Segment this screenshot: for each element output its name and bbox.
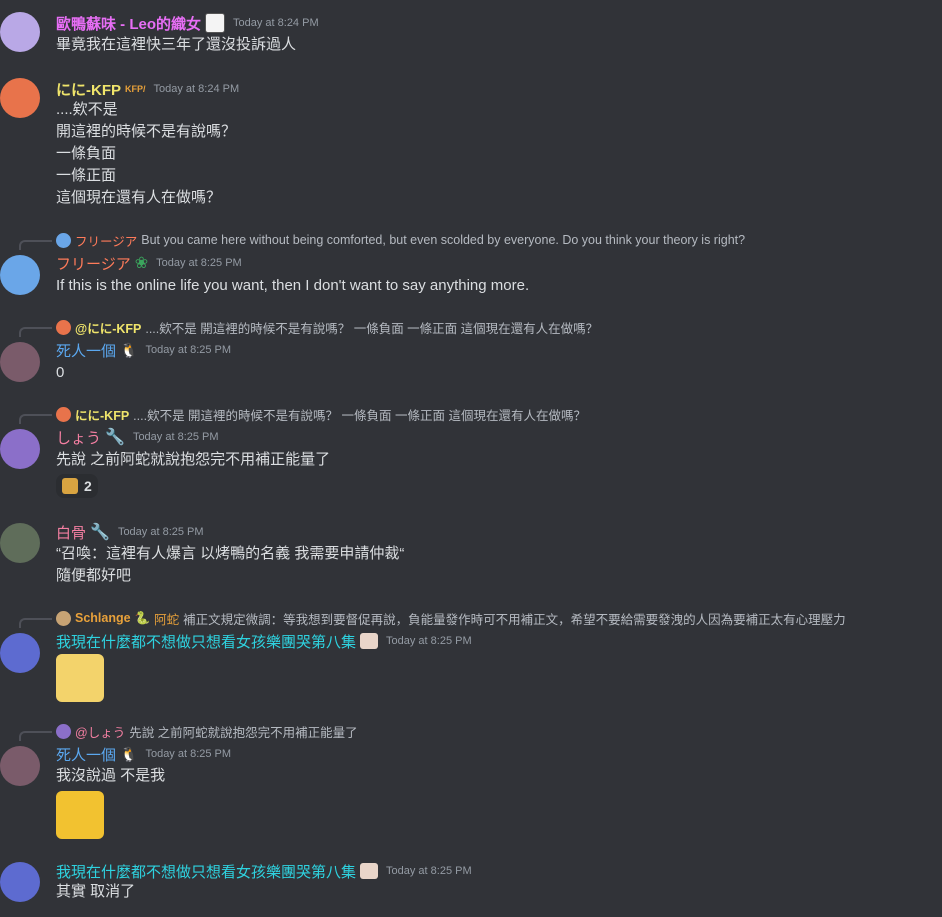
avatar[interactable]	[0, 633, 40, 673]
message-text: ....欸不是	[56, 101, 118, 118]
message-text: 一條正面	[56, 167, 117, 184]
avatar[interactable]	[0, 862, 40, 902]
wrench-badge-icon: 🔧	[105, 429, 125, 446]
author-name[interactable]: 歐鴨蘇味 - Leo的織女	[56, 13, 201, 34]
timestamp: Today at 8:25 PM	[386, 865, 472, 877]
penguin-badge-icon: 🐧	[120, 745, 138, 762]
leaf-badge-icon: ❀	[134, 255, 149, 272]
author-name[interactable]: 白骨	[56, 522, 86, 543]
reply-text: 先說 之前阿蛇就說抱怨完不用補正能量了	[129, 725, 358, 740]
message-text: 這個現在還有人在做嗎？	[56, 189, 222, 206]
reply-spine	[19, 327, 52, 337]
face-badge-icon	[360, 633, 379, 649]
reply-author[interactable]: @しょう	[75, 722, 125, 741]
reply-text: ....欸不是 開這裡的時候不是有說嗎？ 一條負面 一條正面 這個現在還有人在做…	[145, 321, 599, 336]
author-name[interactable]: 我現在什麼都不想做只想看女孩樂團哭第八集	[56, 861, 356, 882]
message-text: “召喚：這裡有人爆言 以烤鴨的名義 我需要申請仲裁“	[56, 545, 405, 562]
reply-spine	[19, 618, 52, 628]
reply-text: But you came here without being comforte…	[141, 233, 746, 247]
reply-author-alias: 阿蛇	[154, 612, 180, 627]
avatar[interactable]	[0, 523, 40, 563]
author-name[interactable]: 死人一個	[56, 340, 116, 361]
reaction-count: 2	[84, 478, 92, 494]
reply-preview[interactable]: @しょう 先說 之前阿蛇就說抱怨完不用補正能量了	[56, 722, 358, 740]
reply-author[interactable]: にに-KFP	[75, 405, 129, 424]
reply-preview[interactable]: フリージア But you came here without being co…	[56, 231, 745, 249]
message-text: 先說 之前阿蛇就說抱怨完不用補正能量了	[56, 451, 331, 468]
reply-preview[interactable]: にに-KFP ....欸不是 開這裡的時候不是有說嗎？ 一條負面 一條正面 這個…	[56, 405, 586, 423]
reply-author[interactable]: @にに-KFP	[75, 318, 141, 337]
avatar[interactable]	[0, 78, 40, 118]
reply-avatar	[56, 232, 71, 248]
timestamp: Today at 8:25 PM	[145, 344, 232, 356]
reply-avatar	[56, 723, 71, 739]
timestamp: Today at 8:25 PM	[132, 431, 219, 443]
timestamp: Today at 8:25 PM	[145, 748, 232, 760]
timestamp: Today at 8:25 PM	[156, 257, 242, 269]
avatar[interactable]	[0, 342, 40, 382]
author-name[interactable]: 死人一個	[56, 744, 116, 765]
author-name[interactable]: しょう	[56, 427, 101, 448]
face-badge-icon	[360, 863, 379, 879]
reply-avatar	[56, 319, 71, 335]
reply-author[interactable]: Schlange	[75, 611, 131, 625]
penguin-badge-icon: 🐧	[120, 341, 138, 358]
timestamp: Today at 8:25 PM	[117, 526, 204, 538]
reply-preview[interactable]: @にに-KFP ....欸不是 開這裡的時候不是有說嗎？ 一條負面 一條正面 這…	[56, 318, 598, 336]
avatar[interactable]	[0, 429, 40, 469]
author-name[interactable]: にに-KFP	[56, 79, 121, 100]
message-text: If this is the online life you want, the…	[56, 277, 530, 294]
reaction-button[interactable]: 2	[56, 474, 98, 498]
kfp-tag: KFP/	[125, 84, 146, 94]
message-text: 0	[56, 364, 65, 381]
reply-text: ....欸不是 開這裡的時候不是有說嗎？ 一條負面 一條正面 這個現在還有人在做…	[133, 408, 586, 423]
reply-preview[interactable]: Schlange 🐍 阿蛇 補正文規定微調：等我想到要督促再說，負能量發作時可不…	[56, 609, 846, 627]
timestamp: Today at 8:24 PM	[233, 17, 319, 29]
reply-spine	[19, 731, 52, 741]
sticker-image[interactable]	[56, 791, 104, 839]
skull-badge-icon	[205, 13, 225, 33]
snake-badge-icon: 🐍	[134, 610, 151, 625]
author-name[interactable]: フリージア	[56, 253, 131, 274]
message-text: 其實 取消了	[56, 883, 136, 900]
avatar[interactable]	[0, 12, 40, 52]
reply-text: 補正文規定微調：等我想到要督促再說，負能量發作時可不用補正文，希望不要給需要發洩…	[183, 612, 846, 627]
wrench-badge-icon: 🔧	[90, 524, 110, 541]
reply-spine	[19, 240, 52, 250]
reply-spine	[19, 414, 52, 424]
message-text: 畢竟我在這裡快三年了還沒投訴過人	[56, 36, 297, 53]
message-text: 我沒說過 不是我	[56, 767, 166, 784]
message-text: 隨便都好吧	[56, 567, 132, 584]
sticker-image[interactable]	[56, 654, 104, 702]
avatar[interactable]	[0, 746, 40, 786]
reaction-emoji-icon	[62, 478, 78, 494]
author-name[interactable]: 我現在什麼都不想做只想看女孩樂團哭第八集	[56, 631, 356, 652]
reply-avatar	[56, 610, 71, 626]
message-text: 開這裡的時候不是有說嗎？	[56, 123, 237, 140]
reply-author[interactable]: フリージア	[75, 231, 137, 250]
timestamp: Today at 8:25 PM	[386, 635, 472, 647]
timestamp: Today at 8:24 PM	[153, 83, 240, 95]
message-text: 一條負面	[56, 145, 117, 162]
reply-avatar	[56, 406, 71, 422]
avatar[interactable]	[0, 255, 40, 295]
